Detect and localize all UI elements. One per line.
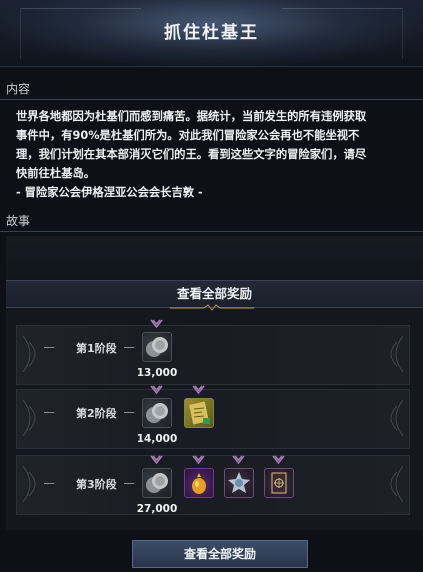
content-signature: - 冒险家公会伊格涅亚公会会长吉敦 - (16, 186, 203, 199)
ornament-left (22, 465, 36, 503)
stage-dash-right (124, 483, 134, 484)
stage-dash-left (44, 483, 54, 484)
silver-emblem-icon[interactable] (224, 468, 254, 498)
stage-dash-left (44, 412, 54, 413)
stage-label-2: 第2阶段 (76, 407, 117, 420)
content-line: 快前往杜基岛。 (16, 167, 96, 180)
reward-quantity: 13,000 (136, 367, 178, 379)
stage-label-3: 第3阶段 (76, 478, 117, 491)
content-text: 世界各地都因为杜基们而感到痛苦。据统计，当前发生的所有违例获取 事件中，有90%… (16, 107, 416, 202)
ornament-left (22, 335, 36, 373)
stage-label-1: 第1阶段 (76, 342, 117, 355)
ornament-right (390, 465, 404, 503)
content-line: 世界各地都因为杜基们而感到痛苦。据统计，当前发生的所有违例获取 (16, 110, 367, 123)
silver-coin-icon[interactable] (142, 398, 172, 428)
ornament-left (22, 399, 36, 437)
reward-quantity: 27,000 (136, 503, 178, 515)
title-bar: 抓住杜基王 (0, 0, 423, 67)
content-heading: 内容 (6, 82, 31, 96)
reward-quantity: 14,000 (136, 433, 178, 445)
golden-pouch-icon[interactable] (184, 468, 214, 498)
dark-card-icon[interactable] (264, 468, 294, 498)
tier-badge-icon (232, 455, 245, 465)
silver-coin-icon[interactable] (142, 468, 172, 498)
content-line: 理，我们计划在其本部消灭它们的王。看到这些文字的冒险家们，请尽 (16, 148, 367, 161)
tier-badge-icon (150, 385, 163, 395)
stage-dash-right (124, 412, 134, 413)
story-heading: 故事 (6, 214, 31, 228)
view-all-rewards-button[interactable]: 查看全部奖励 (132, 540, 308, 568)
content-divider (0, 99, 423, 100)
tier-badge-icon (272, 455, 285, 465)
ornament-right (390, 399, 404, 437)
tier-badge-icon (150, 455, 163, 465)
silver-coin-icon[interactable] (142, 332, 172, 362)
window-title: 抓住杜基王 (164, 23, 259, 43)
treasure-map-icon[interactable] (184, 398, 214, 428)
story-panel (6, 236, 423, 280)
tier-badge-icon (192, 455, 205, 465)
ornament-right (390, 335, 404, 373)
stage-dash-left (44, 347, 54, 348)
header-ornament (170, 304, 254, 311)
story-divider (0, 231, 423, 232)
tier-badge-icon (192, 385, 205, 395)
content-line: 事件中，有90%是杜基们所为。对此我们冒险家公会再也不能坐视不 (16, 129, 360, 142)
stage-dash-right (124, 347, 134, 348)
tier-badge-icon (150, 319, 163, 329)
